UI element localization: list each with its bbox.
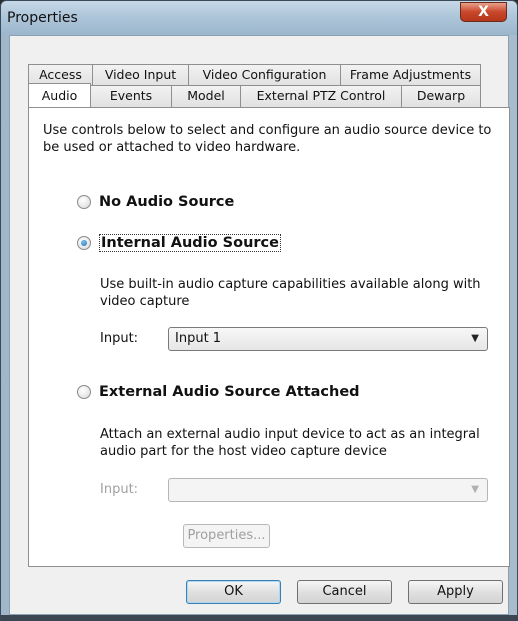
dialog-client-area: Access Video Input Video Configuration F… <box>9 35 510 615</box>
tab-audio[interactable]: Audio <box>28 83 91 107</box>
chevron-down-icon: ▼ <box>471 333 479 344</box>
internal-audio-source-radio[interactable] <box>77 236 91 250</box>
title-bar[interactable]: Properties X <box>1 1 517 35</box>
internal-audio-source-label: Internal Audio Source <box>99 234 281 252</box>
audio-tab-panel: Use controls below to select and configu… <box>28 107 510 567</box>
tab-row-back: Access Video Input Video Configuration F… <box>28 64 481 86</box>
tab-video-configuration[interactable]: Video Configuration <box>188 64 341 86</box>
properties-window: Properties X Access Video Input Video Co… <box>0 0 518 621</box>
window-bottom-edge <box>1 615 518 621</box>
external-audio-source-label: External Audio Source Attached <box>99 384 360 400</box>
external-audio-source-option[interactable]: External Audio Source Attached <box>77 384 360 400</box>
apply-button[interactable]: Apply <box>408 580 503 604</box>
internal-input-value: Input 1 <box>175 331 222 346</box>
tab-dewarp[interactable]: Dewarp <box>401 85 481 107</box>
external-audio-help: Attach an external audio input device to… <box>100 427 480 459</box>
tab-model[interactable]: Model <box>171 85 241 107</box>
ok-button[interactable]: OK <box>186 580 281 604</box>
internal-audio-help: Use built-in audio capture capabilities … <box>100 277 481 309</box>
external-properties-button[interactable]: Properties... <box>183 524 270 548</box>
no-audio-source-option[interactable]: No Audio Source <box>77 194 234 210</box>
internal-audio-source-option[interactable]: Internal Audio Source <box>77 234 281 252</box>
tab-frame-adjustments[interactable]: Frame Adjustments <box>340 64 481 86</box>
external-audio-source-radio[interactable] <box>77 385 91 399</box>
audio-description: Use controls below to select and configu… <box>43 123 492 155</box>
tab-external-ptz-control[interactable]: External PTZ Control <box>240 85 402 107</box>
external-input-label: Input: <box>100 482 139 497</box>
tab-video-input[interactable]: Video Input <box>92 64 189 86</box>
no-audio-source-label: No Audio Source <box>99 194 235 210</box>
no-audio-source-radio[interactable] <box>77 195 91 209</box>
cancel-button[interactable]: Cancel <box>297 580 392 604</box>
window-title: Properties <box>7 10 78 26</box>
tab-row-front: Audio Events Model External PTZ Control … <box>28 83 481 107</box>
chevron-down-icon: ▼ <box>471 484 479 495</box>
external-input-select[interactable]: ▼ <box>168 478 488 502</box>
internal-input-select[interactable]: Input 1 ▼ <box>168 327 488 351</box>
close-button[interactable]: X <box>460 2 507 22</box>
internal-input-label: Input: <box>100 331 139 346</box>
tab-events[interactable]: Events <box>90 85 172 107</box>
